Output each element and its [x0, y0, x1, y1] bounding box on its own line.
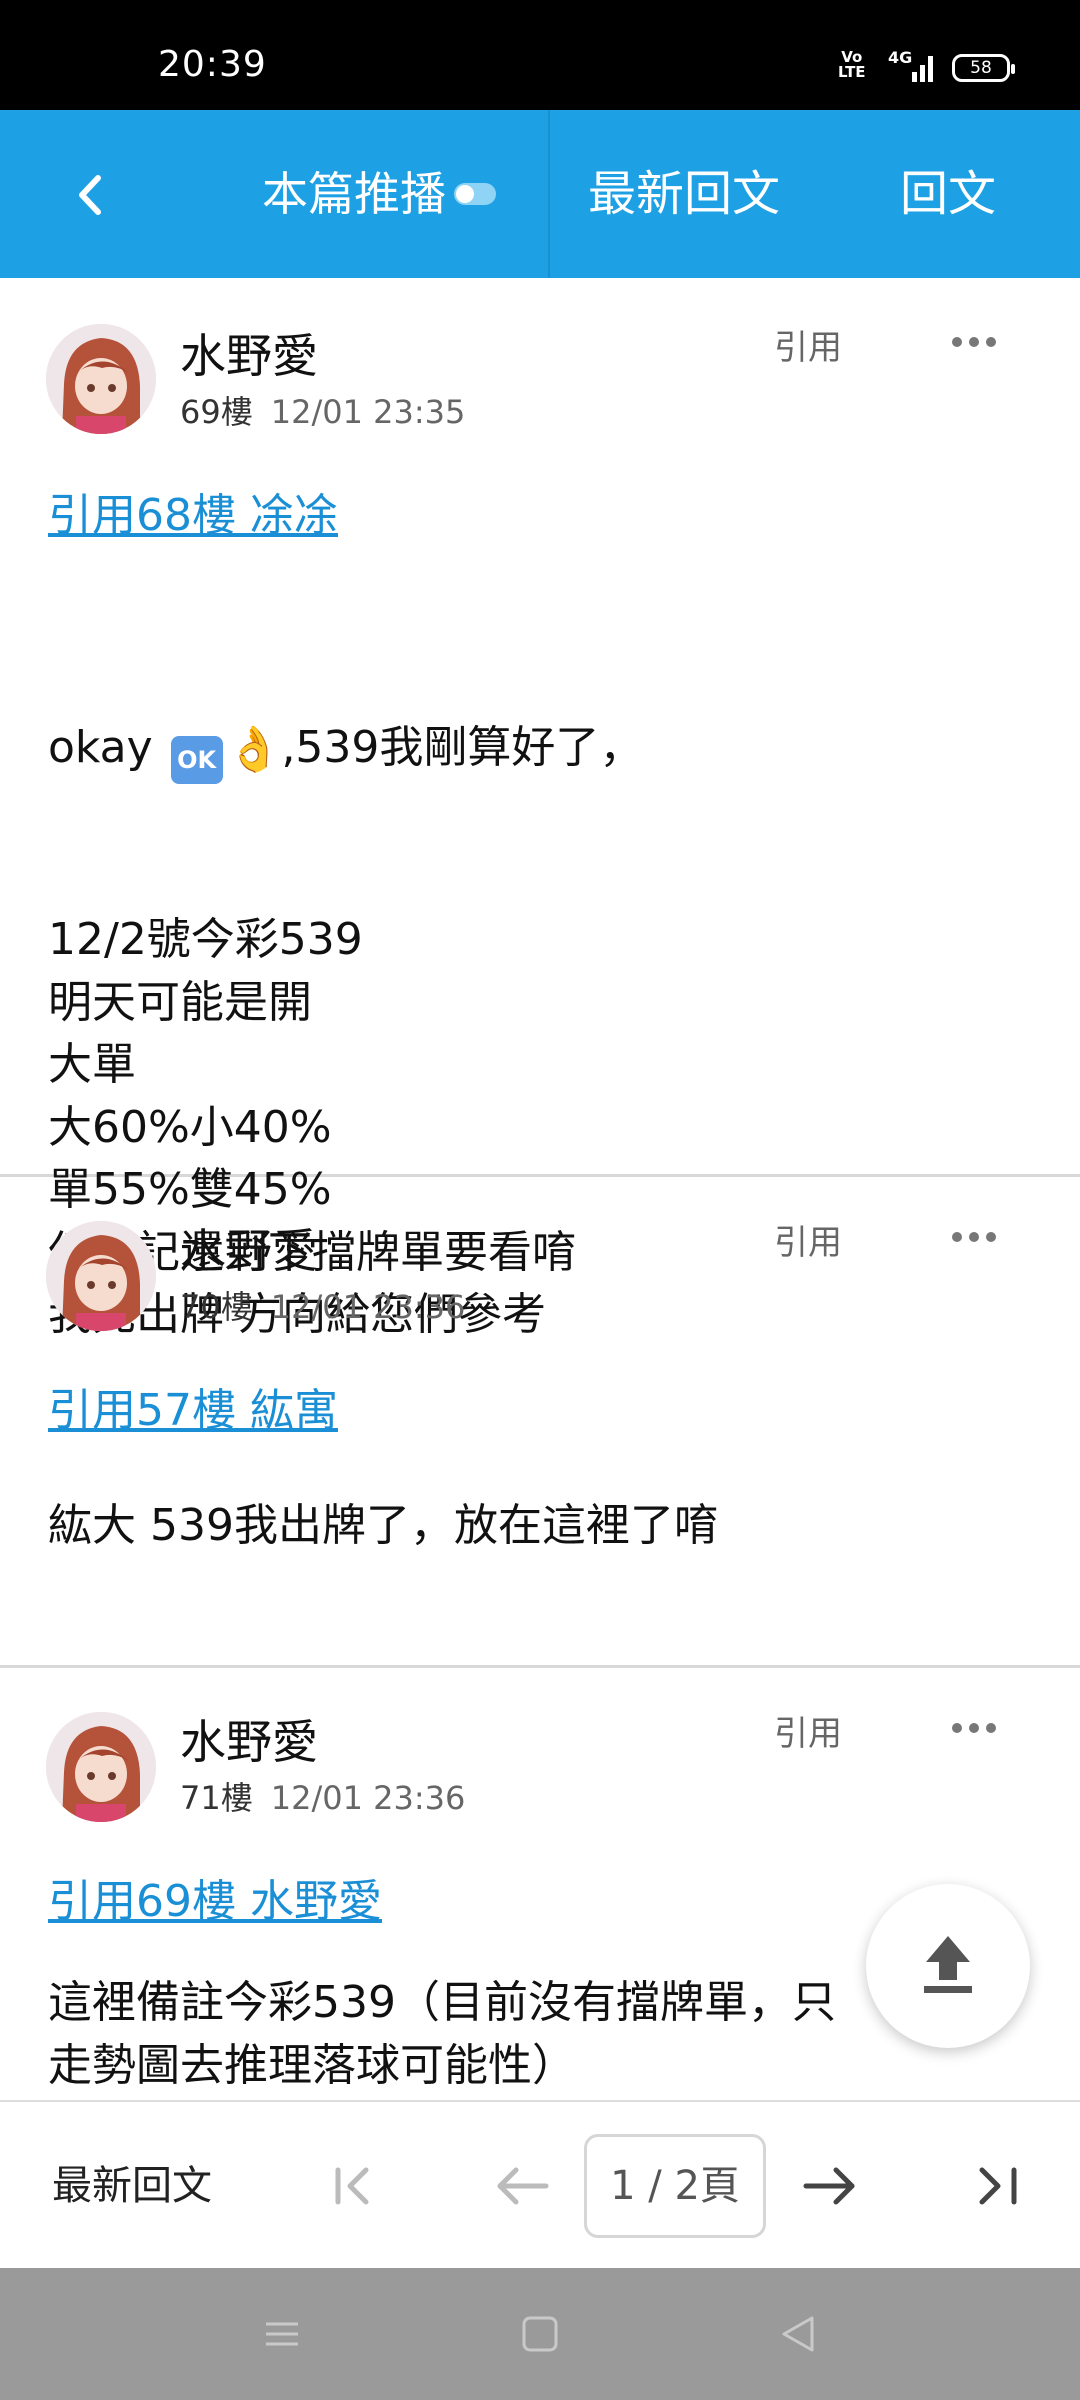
quote-link[interactable]: 引用57樓 紘寓: [48, 1383, 338, 1439]
toggle-icon[interactable]: [454, 182, 496, 205]
status-time: 20:39: [158, 44, 267, 85]
post-list: 水野愛 69樓 12/01 23:35 引用 引用68樓 凃凃 okay OK 👌,…: [0, 278, 1080, 2100]
battery-icon: 58: [952, 54, 1015, 82]
post-floor: 69樓: [180, 393, 253, 431]
last-page-icon[interactable]: [968, 2148, 1028, 2224]
post-floor: 70樓: [180, 1288, 253, 1326]
quote-button[interactable]: 引用: [774, 320, 842, 369]
post-author[interactable]: 水野愛: [180, 1714, 318, 1770]
post-meta: 71樓 12/01 23:36: [180, 1778, 465, 1818]
post-item: 水野愛 69樓 12/01 23:35 引用 引用68樓 凃凃 okay OK 👌,…: [0, 278, 1080, 1340]
back-button[interactable]: [50, 150, 130, 240]
back-triangle-icon[interactable]: [768, 2304, 828, 2364]
content-first-line: okay OK 👌,539我剛算好了，: [48, 717, 1038, 784]
volte-icon: Vo LTE: [838, 48, 866, 81]
tab-push-notify[interactable]: 本篇推播: [262, 162, 496, 226]
quote-button[interactable]: 引用: [774, 1706, 842, 1755]
ok-hand-emoji-icon: 👌: [226, 724, 282, 775]
avatar[interactable]: [46, 1712, 156, 1822]
post-date: 12/01 23:35: [270, 393, 466, 431]
tab-reply[interactable]: 回文: [900, 162, 996, 226]
latest-replies-link[interactable]: 最新回文: [52, 2158, 212, 2214]
pagination-bar: 最新回文 1 / 2頁: [0, 2100, 1080, 2268]
avatar[interactable]: [46, 324, 156, 434]
previous-page-icon[interactable]: [490, 2148, 554, 2224]
post-content: 紘大 539我出牌了，放在這裡了唷: [48, 1500, 718, 1551]
avatar-image: [46, 1712, 156, 1822]
chevron-left-icon: [79, 175, 101, 215]
post-meta: 69樓 12/01 23:35: [180, 392, 465, 432]
post-author[interactable]: 水野愛: [180, 328, 318, 384]
quote-button[interactable]: 引用: [774, 1215, 842, 1264]
avatar-image: [46, 1221, 156, 1331]
scroll-top-button[interactable]: [866, 1884, 1030, 2048]
post-date: 12/01 23:36: [270, 1288, 466, 1326]
post-item: 水野愛 70樓 12/01 23:36 引用 引用57樓 紘寓 紘大 539我出牌…: [0, 1177, 1080, 1668]
post-date: 12/01 23:36: [270, 1779, 466, 1817]
avatar[interactable]: [46, 1221, 156, 1331]
quote-link[interactable]: 引用68樓 凃凃: [48, 488, 338, 544]
next-page-icon[interactable]: [798, 2148, 862, 2224]
signal-icon: [912, 56, 933, 82]
tab-latest-replies[interactable]: 最新回文: [588, 162, 780, 226]
more-options-icon[interactable]: [952, 332, 1004, 352]
content-text: okay: [48, 722, 153, 773]
home-icon[interactable]: [510, 2304, 570, 2364]
more-options-icon[interactable]: [952, 1227, 1004, 1247]
post-meta: 70樓 12/01 23:36: [180, 1287, 465, 1327]
ok-emoji-icon: OK: [170, 736, 223, 784]
status-bar: 20:39 Vo LTE 4G 58: [0, 0, 1080, 110]
system-nav-bar: [0, 2268, 1080, 2400]
menu-icon[interactable]: [252, 2304, 312, 2364]
first-page-icon[interactable]: [326, 2148, 386, 2224]
post-floor: 71樓: [180, 1779, 253, 1817]
post-author[interactable]: 水野愛: [180, 1223, 318, 1279]
tab-push-label: 本篇推播: [262, 167, 446, 221]
page-selector[interactable]: 1 / 2頁: [584, 2134, 766, 2238]
nav-divider: [548, 110, 550, 278]
upload-arrow-icon: [924, 1936, 972, 1993]
more-options-icon[interactable]: [952, 1718, 1004, 1738]
top-nav-bar: 本篇推播 最新回文 回文: [0, 110, 1080, 278]
content-text: ,539我剛算好了，: [281, 722, 644, 773]
quote-link[interactable]: 引用69樓 水野愛: [48, 1874, 382, 1930]
avatar-image: [46, 324, 156, 434]
